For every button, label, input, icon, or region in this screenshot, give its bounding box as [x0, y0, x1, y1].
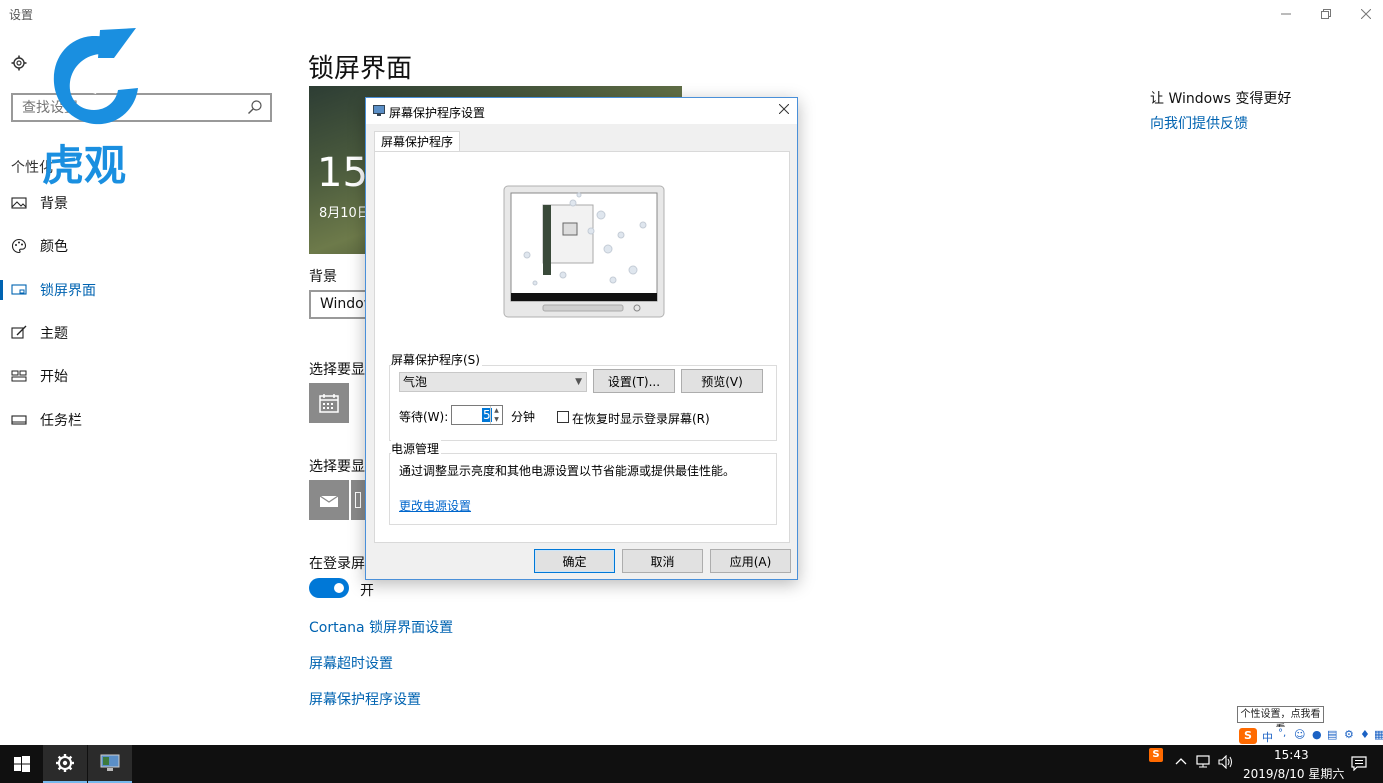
- search-icon[interactable]: [247, 99, 263, 115]
- chevron-down-icon: ▼: [575, 377, 582, 387]
- screen-saver-select[interactable]: 气泡 ▼: [399, 372, 587, 392]
- background-label: 背景: [309, 269, 337, 285]
- monitor-icon: [373, 105, 385, 116]
- close-button[interactable]: [1346, 0, 1383, 28]
- signin-background-toggle[interactable]: [309, 578, 349, 598]
- sidebar-item-label: 背景: [40, 196, 68, 212]
- sidebar-item-themes[interactable]: 主题: [0, 315, 290, 351]
- chevron-up-icon[interactable]: [1175, 755, 1187, 769]
- taskbar: S 15:43 2019/8/10 星期六: [0, 745, 1383, 783]
- ime-keyboard-icon[interactable]: ▤: [1327, 728, 1337, 741]
- active-indicator: [0, 280, 3, 300]
- ime-menu-icon[interactable]: ▦: [1374, 728, 1383, 741]
- close-icon: [778, 103, 790, 115]
- lock-screen-icon: [11, 284, 27, 295]
- detailed-status-app-button[interactable]: [309, 383, 349, 423]
- sogou-ime-icon[interactable]: S: [1239, 728, 1257, 744]
- sidebar-item-lock-screen[interactable]: 锁屏界面: [0, 272, 290, 308]
- wait-label: 等待(W):: [399, 410, 449, 424]
- resume-show-logon-checkbox[interactable]: [557, 411, 569, 423]
- theme-brush-icon: [11, 325, 27, 339]
- resume-show-logon-label[interactable]: 在恢复时显示登录屏幕(R): [572, 410, 710, 427]
- volume-icon[interactable]: [1218, 754, 1234, 772]
- sogou-tray-icon[interactable]: S: [1149, 748, 1163, 762]
- clock-date[interactable]: 2019/8/10 星期六: [1243, 765, 1344, 782]
- sidebar-item-label: 颜色: [40, 239, 68, 255]
- minimize-icon: [1281, 13, 1291, 15]
- home-gear-icon[interactable]: [11, 55, 27, 75]
- sidebar-item-start[interactable]: 开始: [0, 358, 290, 394]
- calendar-icon: [319, 394, 339, 413]
- window-title: 设置: [9, 8, 34, 22]
- restore-button[interactable]: [1306, 0, 1346, 28]
- minimize-button[interactable]: [1266, 0, 1306, 28]
- mail-icon: [319, 495, 339, 507]
- action-center-icon[interactable]: [1351, 755, 1367, 774]
- sidebar-item-label: 主题: [40, 326, 68, 342]
- sidebar-item-colors[interactable]: 颜色: [0, 228, 290, 264]
- ok-button[interactable]: 确定: [534, 549, 615, 573]
- monitor-icon: [100, 754, 120, 771]
- gear-icon: [56, 754, 74, 772]
- cancel-button[interactable]: 取消: [622, 549, 703, 573]
- power-management-label: 电源管理: [391, 440, 442, 457]
- quick-status-app-button[interactable]: [351, 480, 365, 520]
- watermark-logo-text: 虎观: [42, 141, 127, 190]
- tab-screen-saver[interactable]: 屏幕保护程序: [374, 131, 461, 152]
- palette-icon: [11, 238, 27, 254]
- taskbar-settings-app[interactable]: [43, 745, 87, 783]
- watermark-logo: 虎观: [40, 28, 145, 190]
- screen-timeout-link[interactable]: 屏幕超时设置: [309, 653, 393, 673]
- dialog-panel: 屏幕保护程序(S) 气泡 ▼ 设置(T)... 预览(V) 等待(W): 5 ▲…: [374, 151, 790, 543]
- screen-saver-group-label: 屏幕保护程序(S): [391, 351, 482, 368]
- ime-punctuation-icon[interactable]: °,: [1278, 728, 1286, 739]
- quick-status-mail-button[interactable]: [309, 480, 349, 520]
- dialog-close-button[interactable]: [778, 102, 790, 118]
- ime-toolbar[interactable]: S 中 °, ☺ ● ▤ ⚙ ♦ ▦: [1238, 727, 1383, 745]
- ime-skin-icon[interactable]: ♦: [1360, 728, 1370, 741]
- dialog-titlebar[interactable]: 屏幕保护程序设置: [366, 98, 797, 124]
- page-title: 锁屏界面: [308, 54, 413, 84]
- restore-icon: [1321, 9, 1331, 19]
- screen-saver-settings-button[interactable]: 设置(T)...: [593, 369, 675, 393]
- sidebar-item-label: 开始: [40, 369, 68, 385]
- toggle-knob: [334, 583, 344, 593]
- start-button[interactable]: [0, 745, 44, 783]
- ime-tooltip: 个性设置，点我看看: [1237, 706, 1324, 735]
- close-icon: [1361, 9, 1371, 19]
- wait-minutes-spinner[interactable]: 5 ▲ ▼: [451, 405, 503, 425]
- cortana-lock-screen-link[interactable]: Cortana 锁屏界面设置: [309, 617, 453, 637]
- apply-button[interactable]: 应用(A): [710, 549, 791, 573]
- sidebar-item-taskbar[interactable]: 任务栏: [0, 402, 290, 438]
- screen-saver-preview-button[interactable]: 预览(V): [681, 369, 763, 393]
- ime-emoji-icon[interactable]: ☺: [1294, 728, 1305, 741]
- preview-date: 8月10日: [319, 206, 370, 221]
- taskbar-screen-saver-app[interactable]: [88, 745, 132, 783]
- feedback-link[interactable]: 向我们提供反馈: [1150, 113, 1248, 133]
- wait-unit-label: 分钟: [511, 410, 536, 424]
- dialog-title: 屏幕保护程序设置: [389, 106, 486, 120]
- windows-logo-icon: [14, 756, 30, 772]
- screen-saver-selected-value: 气泡: [403, 375, 428, 389]
- spinner-arrows-icon[interactable]: ▲ ▼: [490, 406, 502, 424]
- sidebar-item-label: 锁屏界面: [40, 283, 96, 299]
- toggle-state-text: 开: [360, 583, 374, 599]
- feedback-heading: 让 Windows 变得更好: [1150, 91, 1292, 107]
- screen-saver-preview-monitor: [503, 185, 665, 318]
- ime-tools-icon[interactable]: ⚙: [1344, 728, 1354, 741]
- screen-saver-dialog: 屏幕保护程序设置 屏幕保护程序 屏幕保护程序(S) 气泡 ▼ 设置(T)... …: [365, 97, 798, 580]
- network-icon[interactable]: [1196, 755, 1212, 772]
- taskbar-icon: [11, 415, 27, 425]
- screen-saver-settings-link[interactable]: 屏幕保护程序设置: [309, 689, 421, 709]
- power-management-description: 通过调整显示亮度和其他电源设置以节省能源或提供最佳性能。: [399, 464, 736, 478]
- picture-icon: [11, 197, 27, 209]
- change-power-settings-link[interactable]: 更改电源设置: [399, 497, 471, 514]
- start-icon: [11, 370, 27, 382]
- app-icon: [355, 492, 361, 508]
- ime-mode-label[interactable]: 中: [1262, 729, 1273, 745]
- sidebar-item-label: 任务栏: [40, 413, 82, 429]
- ime-voice-icon[interactable]: ●: [1312, 728, 1322, 741]
- clock-time[interactable]: 15:43: [1274, 748, 1309, 762]
